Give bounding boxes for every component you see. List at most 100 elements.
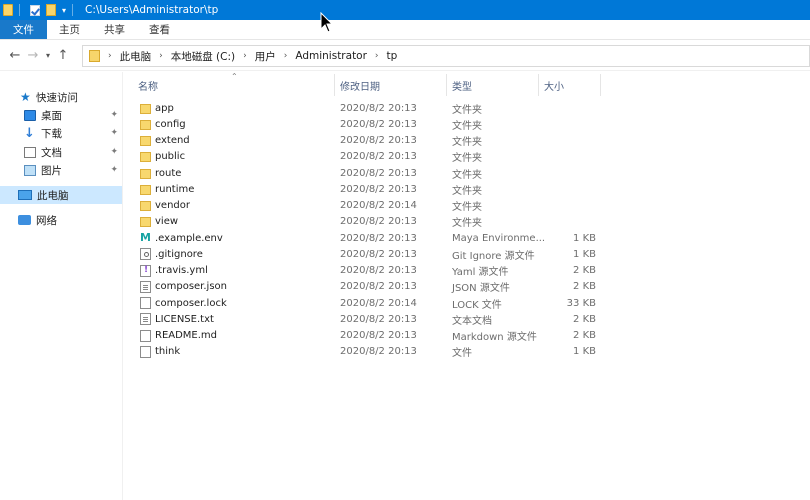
file-row[interactable]: vendor 2020/8/2 20:14 文件夹 (132, 198, 810, 214)
sidebar-item-this-pc[interactable]: 此电脑 (0, 186, 122, 204)
file-name-cell: composer.lock (140, 297, 227, 309)
folder-icon (140, 136, 151, 146)
breadcrumb-administrator[interactable]: Administrator (295, 50, 367, 62)
sidebar-item-documents[interactable]: 文档 ✦ (0, 143, 122, 161)
column-divider[interactable] (334, 74, 335, 96)
folder-icon (140, 119, 151, 130)
tab-share[interactable]: 共享 (92, 20, 137, 39)
column-header-type[interactable]: 类型 (452, 72, 472, 98)
folder-icon (89, 50, 100, 62)
chevron-right-icon[interactable]: › (284, 51, 288, 61)
title-divider (72, 4, 74, 16)
file-date: 2020/8/2 20:13 (340, 216, 417, 228)
file-name: .travis.yml (155, 265, 208, 276)
folder-icon (3, 4, 13, 16)
file-type: Markdown 源文件 (452, 332, 537, 343)
breadcrumb-local-disk[interactable]: 本地磁盘 (C:) (171, 49, 235, 64)
file-row[interactable]: public 2020/8/2 20:13 文件夹 (132, 149, 810, 165)
breadcrumb-users[interactable]: 用户 (255, 49, 276, 64)
file-row[interactable]: composer.json 2020/8/2 20:13 JSON 源文件 2 KB (132, 279, 810, 295)
sidebar-item-desktop[interactable]: 桌面 ✦ (0, 106, 122, 124)
file-type: 文件夹 (452, 185, 482, 197)
file-size: 2 KB (573, 313, 596, 325)
file-size: 2 KB (573, 330, 596, 341)
file-name: .gitignore (155, 248, 203, 260)
chevron-right-icon[interactable]: › (108, 51, 112, 61)
pin-icon[interactable]: ✦ (110, 165, 118, 175)
column-divider[interactable] (446, 74, 447, 96)
chevron-right-icon[interactable]: › (159, 51, 163, 61)
sidebar-item-pictures[interactable]: 图片 ✦ (0, 161, 122, 179)
pane-divider[interactable] (122, 72, 123, 500)
file-row[interactable]: think 2020/8/2 20:13 文件 1 KB (132, 344, 810, 360)
maya-icon (140, 231, 151, 244)
text-file-icon (140, 313, 151, 326)
window-title: C:\Users\Administrator\tp (85, 4, 219, 16)
breadcrumb-this-pc[interactable]: 此电脑 (120, 49, 152, 64)
file-row[interactable]: route 2020/8/2 20:13 文件夹 (132, 165, 810, 181)
column-header-size[interactable]: 大小 (544, 72, 564, 98)
file-name: composer.lock (155, 297, 227, 309)
tab-file[interactable]: 文件 (0, 20, 47, 39)
file-type: 文件夹 (452, 218, 482, 230)
file-row[interactable]: runtime 2020/8/2 20:13 文件夹 (132, 181, 810, 197)
sidebar-item-downloads[interactable]: ↓ 下载 ✦ (0, 124, 122, 142)
document-icon (24, 146, 36, 158)
file-date: 2020/8/2 20:14 (340, 200, 417, 211)
file-row[interactable]: extend 2020/8/2 20:13 文件夹 (132, 133, 810, 149)
new-folder-icon[interactable] (46, 4, 56, 16)
forward-arrow-icon[interactable]: → (24, 48, 42, 63)
breadcrumb-tp[interactable]: tp (387, 50, 398, 62)
properties-icon[interactable] (30, 4, 40, 16)
column-divider[interactable] (538, 74, 539, 96)
file-date: 2020/8/2 20:13 (340, 330, 417, 341)
file-name: app (155, 102, 174, 114)
column-header-name[interactable]: 名称 (138, 72, 158, 98)
file-row[interactable]: LICENSE.txt 2020/8/2 20:13 文本文档 2 KB (132, 311, 810, 327)
pin-icon[interactable]: ✦ (110, 110, 118, 120)
file-date: 2020/8/2 20:13 (340, 151, 417, 163)
file-name-cell: runtime (140, 184, 194, 195)
sidebar-item-network[interactable]: 网络 (0, 211, 122, 229)
file-type: 文件夹 (452, 104, 482, 116)
file-type: Yaml 源文件 (452, 267, 509, 278)
file-date: 2020/8/2 20:13 (340, 248, 417, 260)
back-arrow-icon[interactable]: ← (6, 48, 24, 63)
navigation-pane: ★ 快速访问 桌面 ✦ ↓ 下载 ✦ 文档 ✦ 图片 ✦ 此电脑 网络 (0, 72, 124, 500)
file-row[interactable]: composer.lock 2020/8/2 20:14 LOCK 文件 33 KB (132, 295, 810, 311)
sidebar-item-quick-access[interactable]: ★ 快速访问 (0, 88, 122, 106)
chevron-right-icon[interactable]: › (375, 51, 379, 61)
sidebar-item-label: 网络 (36, 214, 57, 227)
column-header-date[interactable]: 修改日期 (340, 72, 380, 98)
tab-home[interactable]: 主页 (47, 20, 92, 39)
recent-locations-icon[interactable]: ▾ (42, 51, 54, 60)
title-divider (19, 4, 20, 16)
file-row[interactable]: README.md 2020/8/2 20:13 Markdown 源文件 2 KB (132, 328, 810, 344)
star-icon: ★ (20, 90, 31, 104)
file-name: route (155, 167, 182, 179)
file-row[interactable]: app 2020/8/2 20:13 文件夹 (132, 100, 810, 116)
file-row[interactable]: .travis.yml 2020/8/2 20:13 Yaml 源文件 2 KB (132, 263, 810, 279)
up-arrow-icon[interactable]: ↑ (54, 48, 72, 63)
file-row[interactable]: .example.env 2020/8/2 20:13 Maya Environme… (132, 230, 810, 246)
column-divider[interactable] (600, 74, 601, 96)
file-name-cell: vendor (140, 200, 190, 211)
file-size: 1 KB (573, 346, 596, 358)
pin-icon[interactable]: ✦ (110, 147, 118, 157)
file-row[interactable]: view 2020/8/2 20:13 文件夹 (132, 214, 810, 230)
pin-icon[interactable]: ✦ (110, 128, 118, 138)
folder-icon (140, 152, 151, 163)
file-name-cell: config (140, 119, 186, 130)
file-name-cell: LICENSE.txt (140, 313, 214, 326)
file-name-cell: app (140, 103, 174, 114)
file-row[interactable]: .gitignore 2020/8/2 20:13 Git Ignore 源文件 1 … (132, 246, 810, 262)
customize-toolbar-icon[interactable]: ▾ (62, 6, 66, 15)
tab-view[interactable]: 查看 (137, 20, 182, 39)
file-name-cell: README.md (140, 329, 217, 342)
file-row[interactable]: config 2020/8/2 20:13 文件夹 (132, 116, 810, 132)
folder-icon (140, 168, 151, 179)
file-type: 文件夹 (452, 202, 482, 213)
chevron-right-icon[interactable]: › (243, 51, 247, 61)
address-bar[interactable]: › 此电脑 › 本地磁盘 (C:) › 用户 › Administrator ›… (82, 45, 810, 67)
mouse-cursor-icon (320, 12, 334, 33)
